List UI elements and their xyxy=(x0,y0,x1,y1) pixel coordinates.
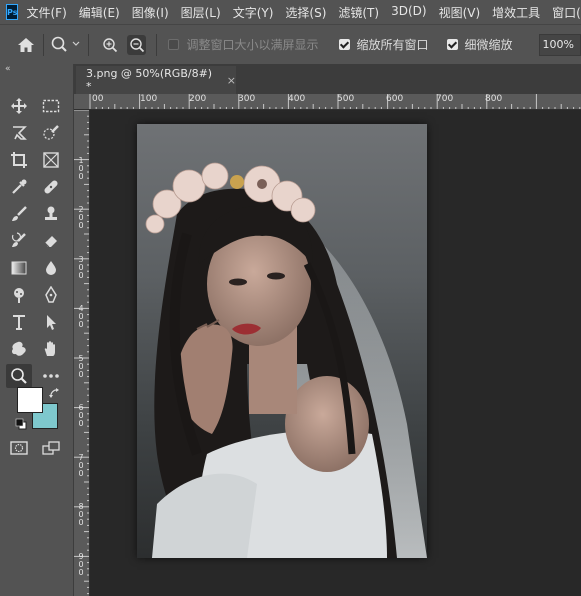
document-tab-bar: 3.png @ 50%(RGB/8#) * × xyxy=(74,64,581,94)
separator xyxy=(155,33,157,56)
healing-brush-tool-icon[interactable] xyxy=(38,175,64,199)
custom-shape-tool-icon[interactable] xyxy=(6,337,32,361)
zoom-all-windows-label: 缩放所有窗口 xyxy=(356,38,429,52)
ruler-label: 3 0 0 xyxy=(78,255,84,280)
menu-image[interactable]: 图像(I) xyxy=(132,4,169,21)
home-icon[interactable] xyxy=(12,30,39,60)
ruler-label: 6 0 0 xyxy=(78,403,84,428)
scrubby-zoom-checkbox[interactable]: 细微缩放 xyxy=(446,36,513,53)
eyedropper-tool-icon[interactable] xyxy=(6,175,32,199)
history-brush-tool-icon[interactable] xyxy=(6,229,32,253)
ruler-label: 500 xyxy=(337,94,355,104)
screen-mode-icon[interactable] xyxy=(38,436,64,460)
ruler-label: 8 0 0 xyxy=(78,502,84,527)
crop-tool-icon[interactable] xyxy=(6,148,32,172)
zoom-all-windows-checkbox[interactable]: 缩放所有窗口 xyxy=(338,36,429,53)
checkbox-box xyxy=(168,39,180,50)
separator xyxy=(43,33,45,56)
marquee-tool-icon[interactable] xyxy=(38,94,64,118)
separator xyxy=(88,33,90,56)
hand-tool-icon[interactable] xyxy=(38,337,64,361)
ruler-label: 100 xyxy=(140,94,158,104)
menu-3d[interactable]: 3D(D) xyxy=(391,4,426,21)
collapse-panel-icon[interactable]: « xyxy=(5,64,11,74)
default-colors-icon[interactable] xyxy=(15,415,27,434)
menu-type[interactable]: 文字(Y) xyxy=(233,4,274,21)
menu-bar: Ps 文件(F) 编辑(E) 图像(I) 图层(L) 文字(Y) 选择(S) 滤… xyxy=(0,0,581,24)
path-selection-tool-icon[interactable] xyxy=(38,310,64,334)
menu-layer[interactable]: 图层(L) xyxy=(181,4,221,21)
menu-view[interactable]: 视图(V) xyxy=(439,4,481,21)
ruler-label: 600 xyxy=(386,94,404,104)
type-tool-icon[interactable] xyxy=(6,310,32,334)
ruler-label: 400 xyxy=(288,94,306,104)
pen-tool-icon[interactable] xyxy=(38,283,64,307)
brush-tool-icon[interactable] xyxy=(6,202,32,226)
vertical-ruler[interactable]: 1 0 0 2 0 0 3 0 0 4 0 0 5 0 0 6 0 0 7 0 … xyxy=(74,110,90,596)
ruler-label: 00 xyxy=(92,94,104,104)
resize-windows-checkbox[interactable]: 调整窗口大小以满屏显示 xyxy=(168,36,319,53)
zoom-percentage-field[interactable]: 100% xyxy=(538,33,581,56)
horizontal-ruler[interactable]: 00 100 200 300 400 500 600 700 800 xyxy=(74,94,581,110)
foreground-color-swatch[interactable] xyxy=(17,387,43,413)
document-image[interactable] xyxy=(137,124,427,558)
resize-windows-label: 调整窗口大小以满屏显示 xyxy=(186,38,319,52)
close-tab-icon[interactable]: × xyxy=(227,74,236,87)
zoom-tool-preset-icon[interactable] xyxy=(48,30,84,60)
menu-filter[interactable]: 滤镜(T) xyxy=(338,4,379,21)
zoom-tool-icon[interactable] xyxy=(6,364,32,388)
quick-mask-icon[interactable] xyxy=(6,436,32,460)
ruler-label: 200 xyxy=(189,94,207,104)
menu-plugins[interactable]: 增效工具 xyxy=(492,4,540,21)
frame-tool-icon[interactable] xyxy=(38,148,64,172)
checkbox-box xyxy=(446,39,458,50)
clone-stamp-tool-icon[interactable] xyxy=(38,202,64,226)
eraser-tool-icon[interactable] xyxy=(38,229,64,253)
zoom-out-icon[interactable] xyxy=(127,34,146,55)
move-tool-icon[interactable] xyxy=(6,94,32,118)
options-bar: 调整窗口大小以满屏显示 缩放所有窗口 细微缩放 100% xyxy=(0,24,581,64)
gradient-tool-icon[interactable] xyxy=(6,256,32,280)
scrubby-zoom-label: 细微缩放 xyxy=(464,38,513,52)
swap-colors-icon[interactable] xyxy=(49,385,61,404)
quick-selection-tool-icon[interactable] xyxy=(38,121,64,145)
ruler-label: 9 0 0 xyxy=(78,552,84,577)
ruler-label: 5 0 0 xyxy=(78,354,84,379)
ruler-label: 300 xyxy=(238,94,256,104)
menu-file[interactable]: 文件(F) xyxy=(26,4,66,21)
tools-panel: « xyxy=(0,64,74,596)
document-tab[interactable]: 3.png @ 50%(RGB/8#) * × xyxy=(76,66,236,94)
lasso-tool-icon[interactable] xyxy=(6,121,32,145)
dodge-tool-icon[interactable] xyxy=(6,283,32,307)
menu-window[interactable]: 窗口(W) xyxy=(552,4,581,21)
checkbox-box xyxy=(338,39,350,50)
ruler-label: 4 0 0 xyxy=(78,304,84,329)
ruler-label: 800 xyxy=(485,94,503,104)
blur-tool-icon[interactable] xyxy=(38,256,64,280)
ruler-label: 700 xyxy=(436,94,454,104)
photoshop-logo-icon[interactable]: Ps xyxy=(6,4,19,20)
menu-select[interactable]: 选择(S) xyxy=(285,4,326,21)
ruler-label: 2 0 0 xyxy=(78,205,84,230)
zoom-in-icon[interactable] xyxy=(101,35,119,55)
menu-edit[interactable]: 编辑(E) xyxy=(79,4,120,21)
document-tab-title: 3.png @ 50%(RGB/8#) * xyxy=(86,67,213,93)
ruler-label: 7 0 0 xyxy=(78,453,84,478)
ruler-label: 1 0 0 xyxy=(78,156,84,181)
